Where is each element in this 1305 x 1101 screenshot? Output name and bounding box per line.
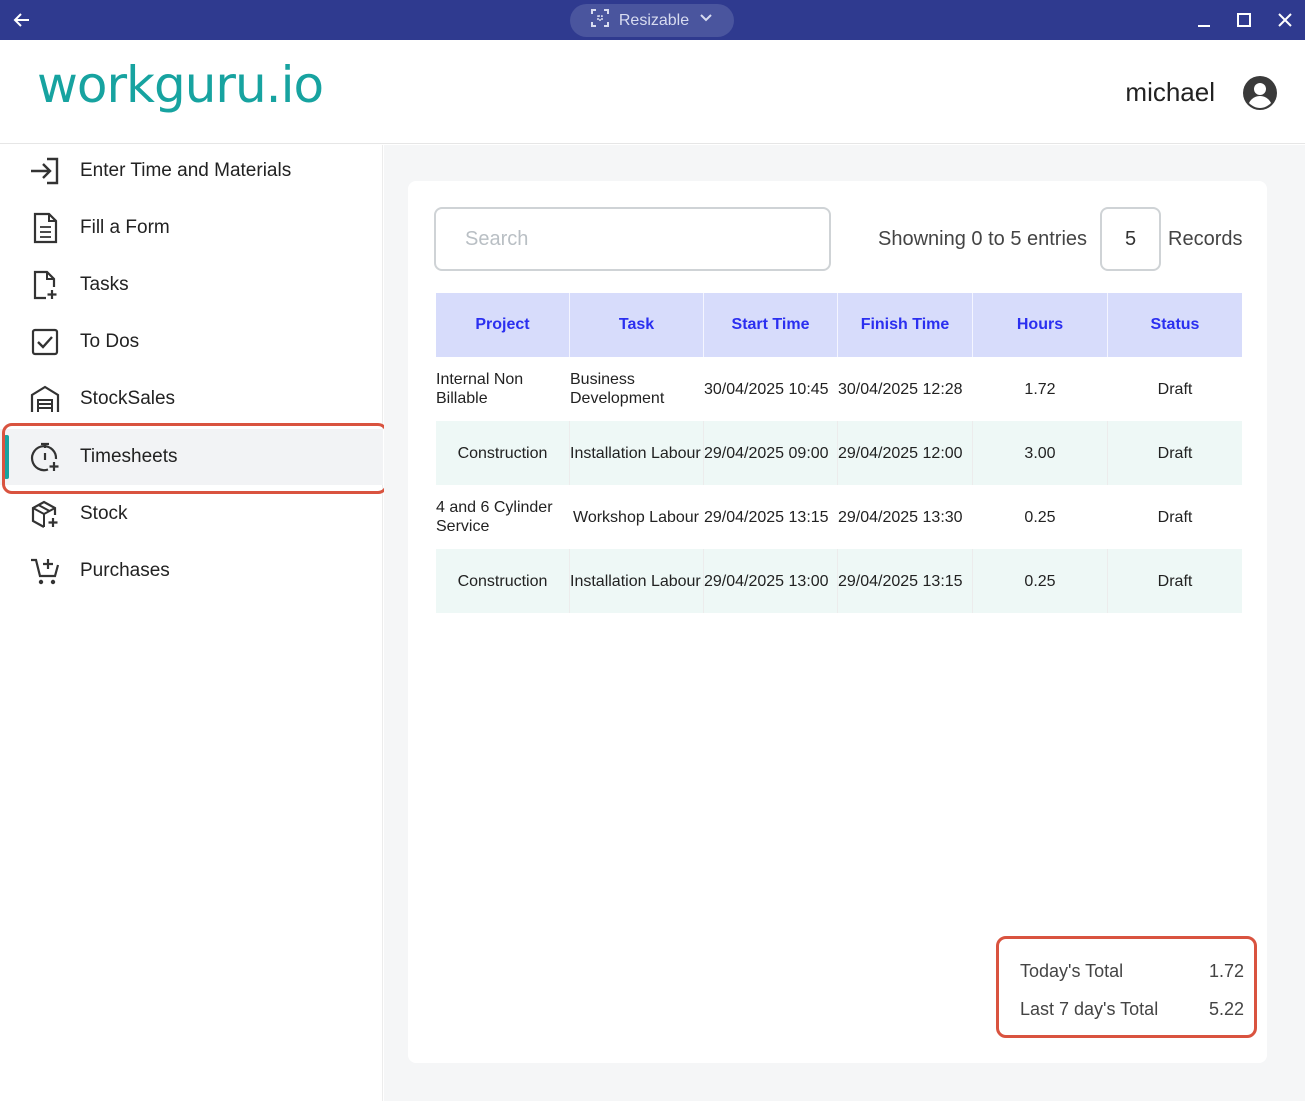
- cell-start-time: 29/04/2025 13:00: [704, 549, 838, 613]
- sidebar-item-label: Enter Time and Materials: [80, 160, 292, 181]
- cell-task: Business Development: [570, 371, 665, 407]
- sidebar-item-label: Stock: [80, 503, 128, 524]
- sidebar-item-stock[interactable]: Stock: [0, 486, 383, 542]
- sidebar-item-label: Fill a Form: [80, 217, 170, 238]
- stopwatch-plus-icon: [28, 440, 62, 474]
- cell-status: Draft: [1157, 508, 1193, 526]
- cell-task: Workshop Labour: [573, 508, 699, 526]
- minimize-icon[interactable]: [1194, 10, 1214, 30]
- workguru-logo: workguru.io: [37, 56, 324, 114]
- sidebar-item-purchases[interactable]: Purchases: [0, 543, 383, 599]
- column-header-project[interactable]: Project: [436, 293, 570, 357]
- cart-plus-icon: [28, 554, 62, 588]
- app-header: workguru.io michael: [0, 40, 1305, 144]
- cell-project: Construction: [436, 549, 570, 613]
- table-row[interactable]: 4 and 6 Cylinder Service Workshop Labour…: [436, 485, 1242, 549]
- maximize-icon[interactable]: [1234, 10, 1254, 30]
- sidebar-item-fill-form[interactable]: Fill a Form: [0, 200, 383, 256]
- sidebar-item-label: Purchases: [80, 560, 170, 581]
- checkbox-icon: [28, 325, 62, 359]
- cell-status: Draft: [1157, 380, 1193, 398]
- sidebar: Enter Time and Materials Fill a Form Tas…: [0, 145, 383, 1101]
- close-icon[interactable]: [1275, 10, 1295, 30]
- sidebar-item-label: To Dos: [80, 331, 140, 352]
- sidebar-item-enter-time[interactable]: Enter Time and Materials: [0, 143, 383, 199]
- cell-status: Draft: [1157, 444, 1193, 462]
- mode-label: Resizable: [618, 11, 690, 29]
- records-per-page-input[interactable]: 5: [1100, 207, 1161, 271]
- cell-task: Installation Labour: [570, 421, 704, 485]
- resize-icon: [590, 9, 609, 32]
- cell-hours: 3.00: [973, 421, 1108, 485]
- cell-start-time: 30/04/2025 10:45: [704, 380, 829, 398]
- today-total-row: Today's Total 1.72: [1020, 961, 1244, 982]
- table-row[interactable]: Construction Installation Labour 29/04/2…: [436, 549, 1242, 613]
- username[interactable]: michael: [1125, 77, 1215, 108]
- cell-start-time: 29/04/2025 13:15: [704, 508, 829, 526]
- cell-finish-time: 29/04/2025 13:15: [838, 549, 973, 613]
- document-icon: [28, 211, 62, 245]
- entries-info: Showning 0 to 5 entries: [878, 228, 1088, 250]
- search-input[interactable]: [434, 207, 831, 271]
- file-plus-icon: [28, 268, 62, 302]
- column-header-finish-time[interactable]: Finish Time: [838, 293, 973, 357]
- enter-arrow-icon: [28, 154, 62, 188]
- cell-start-time: 29/04/2025 09:00: [704, 421, 838, 485]
- active-indicator: [4, 435, 9, 479]
- sidebar-item-label: Tasks: [80, 274, 129, 295]
- table-row[interactable]: Internal Non Billable Business Developme…: [436, 357, 1242, 421]
- column-header-task[interactable]: Task: [570, 293, 704, 357]
- table-header: Project Task Start Time Finish Time Hour…: [436, 293, 1242, 357]
- box-plus-icon: [28, 497, 62, 531]
- sidebar-item-todos[interactable]: To Dos: [0, 314, 383, 370]
- column-header-start-time[interactable]: Start Time: [704, 293, 838, 357]
- cell-finish-time: 30/04/2025 12:28: [838, 380, 963, 398]
- cell-finish-time: 29/04/2025 13:30: [838, 508, 963, 526]
- cell-project: Internal Non Billable: [436, 371, 524, 407]
- week-total-row: Last 7 day's Total 5.22: [1020, 999, 1244, 1020]
- records-label: Records: [1168, 228, 1243, 250]
- resizable-mode-button[interactable]: Resizable: [570, 4, 734, 37]
- column-header-status[interactable]: Status: [1108, 293, 1242, 357]
- cell-task: Installation Labour: [570, 549, 704, 613]
- table-row[interactable]: Construction Installation Labour 29/04/2…: [436, 421, 1242, 485]
- today-total-value: 1.72: [1208, 961, 1244, 981]
- chevron-down-icon: [699, 11, 713, 30]
- cell-hours: 0.25: [973, 549, 1108, 613]
- sidebar-item-stocksales[interactable]: StockSales: [0, 371, 383, 427]
- timesheets-table: Project Task Start Time Finish Time Hour…: [436, 293, 1242, 613]
- today-total-label: Today's Total: [1020, 961, 1124, 981]
- cell-project: Construction: [436, 421, 570, 485]
- user-account-icon[interactable]: [1242, 75, 1278, 111]
- warehouse-icon: [28, 382, 62, 416]
- cell-hours: 0.25: [1024, 508, 1056, 526]
- cell-project: 4 and 6 Cylinder Service: [436, 499, 553, 535]
- cell-hours: 1.72: [1024, 380, 1056, 398]
- cell-finish-time: 29/04/2025 12:00: [838, 421, 973, 485]
- sidebar-item-label: Timesheets: [80, 446, 178, 467]
- sidebar-item-timesheets[interactable]: Timesheets: [0, 429, 383, 485]
- week-total-value: 5.22: [1208, 999, 1244, 1019]
- column-header-hours[interactable]: Hours: [973, 293, 1108, 357]
- window-titlebar: Resizable: [0, 0, 1305, 40]
- sidebar-item-tasks[interactable]: Tasks: [0, 257, 383, 313]
- week-total-label: Last 7 day's Total: [1020, 999, 1159, 1019]
- totals-summary: Today's Total 1.72 Last 7 day's Total 5.…: [996, 936, 1257, 1038]
- cell-status: Draft: [1157, 572, 1193, 590]
- back-arrow-icon[interactable]: [10, 8, 34, 32]
- sidebar-item-label: StockSales: [80, 388, 176, 409]
